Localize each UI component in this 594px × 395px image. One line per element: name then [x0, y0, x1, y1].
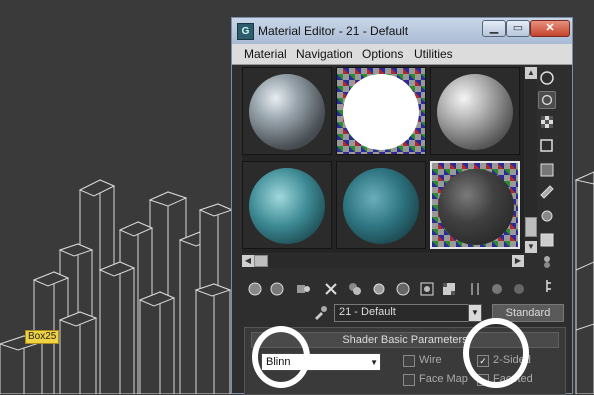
- menu-bar: Material Navigation Options Utilities: [232, 44, 572, 65]
- sample-slot[interactable]: [242, 67, 332, 155]
- eyedropper-icon[interactable]: [312, 305, 328, 321]
- chevron-down-icon[interactable]: ▼: [468, 304, 482, 322]
- reset-map-icon[interactable]: [322, 280, 340, 298]
- menu-item-material[interactable]: Material: [244, 47, 287, 61]
- go-to-parent-icon[interactable]: [466, 280, 484, 298]
- face-map-label: Face Map: [419, 373, 468, 385]
- show-end-result-icon[interactable]: [440, 280, 458, 298]
- highlight-circle: [252, 326, 310, 388]
- window-title: Material Editor - 21 - Default: [258, 24, 409, 38]
- material-toolbar: [242, 277, 566, 303]
- app-3ds-icon: G: [237, 23, 254, 40]
- material-name-field[interactable]: 21 - Default: [334, 304, 480, 322]
- scroll-left-icon[interactable]: ◀: [242, 255, 254, 267]
- minimize-icon: ▁: [489, 22, 499, 34]
- minimize-button[interactable]: ▁: [482, 20, 506, 37]
- sample-slot[interactable]: [242, 161, 332, 249]
- face-map-checkbox[interactable]: [403, 374, 415, 386]
- maximize-icon: ▭: [512, 22, 524, 34]
- sample-slot[interactable]: [430, 67, 520, 155]
- put-material-to-scene-icon[interactable]: [268, 280, 286, 298]
- sample-type-icon[interactable]: [538, 69, 556, 87]
- map-navigator-icon[interactable]: [510, 280, 528, 298]
- object-label: Box25: [25, 330, 60, 344]
- title-bar[interactable]: G Material Editor - 21 - Default ▁ ▭ ✕: [232, 18, 572, 45]
- sample-slot-active[interactable]: [430, 161, 520, 249]
- menu-item-utilities[interactable]: Utilities: [414, 47, 453, 61]
- menu-item-navigation[interactable]: Navigation: [296, 47, 353, 61]
- horizontal-scrollbar[interactable]: ◀ ▶: [242, 254, 524, 268]
- background-checker-icon[interactable]: [538, 113, 556, 131]
- material-effects-channel-icon[interactable]: [394, 280, 412, 298]
- chevron-down-icon: ▼: [370, 358, 378, 367]
- get-material-icon[interactable]: [246, 280, 264, 298]
- material-sphere: [249, 74, 325, 150]
- highlight-circle: [463, 318, 529, 388]
- scroll-thumb[interactable]: [254, 255, 268, 267]
- select-by-material-icon[interactable]: [538, 231, 556, 249]
- wire-label: Wire: [419, 354, 442, 366]
- material-sphere: [438, 169, 514, 245]
- material-sphere: [343, 74, 419, 150]
- wire-checkbox[interactable]: [403, 355, 415, 367]
- go-forward-to-sibling-icon[interactable]: [488, 280, 506, 298]
- assign-material-icon[interactable]: [294, 280, 312, 298]
- close-icon: ✕: [545, 22, 555, 34]
- sample-slot[interactable]: [336, 67, 426, 155]
- put-to-library-icon[interactable]: [370, 280, 388, 298]
- material-map-navigator-icon[interactable]: [538, 253, 556, 271]
- material-sphere: [249, 168, 325, 244]
- sample-uv-tiling-icon[interactable]: [538, 137, 556, 155]
- side-toolbar: [528, 67, 568, 297]
- maximize-button[interactable]: ▭: [506, 20, 530, 37]
- menu-item-options[interactable]: Options: [362, 47, 403, 61]
- video-color-check-icon[interactable]: [538, 161, 556, 179]
- close-button[interactable]: ✕: [530, 20, 570, 37]
- scroll-right-icon[interactable]: ▶: [512, 255, 524, 267]
- material-sphere: [437, 74, 513, 150]
- options-icon[interactable]: [538, 207, 556, 225]
- backlight-icon[interactable]: [538, 91, 556, 109]
- make-unique-icon[interactable]: [346, 280, 364, 298]
- sample-slot[interactable]: [336, 161, 426, 249]
- make-preview-icon[interactable]: [538, 183, 556, 201]
- show-map-in-viewport-icon[interactable]: [418, 280, 436, 298]
- material-name-row: 21 - Default ▼ Standard: [242, 303, 566, 325]
- material-sphere: [343, 168, 419, 244]
- sample-slots-grid: [242, 67, 524, 253]
